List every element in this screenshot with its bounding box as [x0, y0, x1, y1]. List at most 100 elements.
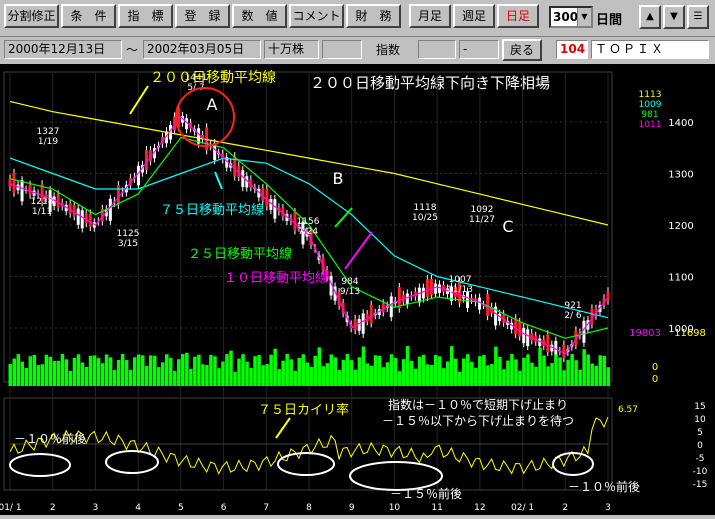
- code-field[interactable]: 104: [556, 40, 588, 59]
- daily-button[interactable]: 日足: [497, 4, 539, 28]
- volume-bar: [510, 354, 514, 386]
- indicator-button[interactable]: 指 標: [118, 4, 173, 28]
- volume-bar: [405, 346, 410, 386]
- candle-body: [522, 328, 526, 344]
- ellipse-low-5: [552, 452, 594, 476]
- volume-bar: [417, 356, 422, 386]
- volume-bar: [397, 371, 402, 386]
- volume-label: 0: [652, 374, 658, 385]
- menu-button[interactable]: ☰: [687, 5, 709, 29]
- register-button[interactable]: 登 録: [175, 4, 230, 28]
- up-arrow-button[interactable]: ▲: [639, 5, 661, 29]
- candle-body: [582, 320, 586, 343]
- comment-button[interactable]: コメント: [289, 4, 344, 28]
- candle-body: [72, 205, 76, 217]
- legend-value: 1011: [639, 120, 662, 130]
- volume-bar: [313, 355, 318, 386]
- volume-bar: [301, 354, 305, 386]
- ma200-annotation: ２００日移動平均線: [150, 70, 276, 86]
- legend-value: 1009: [639, 100, 662, 110]
- candle-body: [361, 313, 365, 334]
- note-1: 指数は－１０％で短期下げ止まり: [388, 397, 568, 412]
- chart-title: ２００日移動平均線下向き下降相場: [310, 74, 550, 92]
- candle-body: [12, 172, 16, 193]
- volume-bar: [249, 367, 253, 386]
- dash-field: -: [459, 40, 499, 59]
- ma10-arrow: [344, 231, 373, 270]
- volume-bar: [80, 362, 85, 386]
- volume-bar: [458, 371, 462, 386]
- volume-bar: [602, 355, 606, 386]
- candle-body: [353, 318, 357, 331]
- candle-body: [397, 287, 401, 309]
- price-tick-label: 1100: [668, 273, 693, 284]
- deviation-arrow: [275, 417, 291, 439]
- condition-button[interactable]: 条 件: [61, 4, 116, 28]
- volume-bar: [309, 366, 314, 386]
- x-tick-label: 11: [431, 503, 442, 513]
- chevron-down-icon[interactable]: ▼: [577, 8, 591, 26]
- volume-bar: [433, 354, 438, 386]
- point-a-label: A: [207, 95, 218, 114]
- back-button[interactable]: 戻る: [502, 39, 542, 61]
- volume-bar: [550, 363, 554, 386]
- x-tick-label: 9: [349, 503, 355, 513]
- split-adjust-button[interactable]: 分割修正: [4, 4, 59, 28]
- around-15: －１５％前後: [390, 486, 462, 501]
- volume-bar: [293, 370, 297, 386]
- volume-bar: [100, 363, 105, 386]
- volume-bar: [570, 354, 574, 386]
- volume-bar: [385, 362, 390, 386]
- candle-body: [116, 185, 120, 205]
- volume-bar: [558, 357, 562, 386]
- volume-bar: [245, 361, 249, 386]
- start-date-field[interactable]: 2000年12月13日: [4, 40, 122, 59]
- x-tick-label: 12: [474, 503, 485, 513]
- price-annotation-date: 1/11: [32, 207, 52, 217]
- volume-bar: [112, 370, 117, 386]
- price-annotation-date: 1/19: [38, 137, 58, 147]
- monthly-button[interactable]: 月足: [409, 4, 451, 28]
- volume-bar: [269, 354, 273, 386]
- deviation-tick-label: 0: [697, 441, 703, 451]
- index-label: 指数: [376, 43, 401, 57]
- volume-bar: [148, 355, 153, 386]
- volume-bar: [124, 360, 129, 386]
- x-tick-label: 5: [178, 503, 184, 513]
- ma25-arrow: [334, 207, 353, 228]
- price-annotation-date: 10/25: [412, 213, 438, 223]
- volume-bar: [441, 368, 446, 386]
- price-annotation-value: 1156: [297, 217, 320, 227]
- period-select[interactable]: 300 ▼: [549, 6, 593, 28]
- volume-bar: [365, 363, 370, 386]
- down-arrow-button[interactable]: ▼: [663, 5, 685, 29]
- info-bar: 2000年12月13日 ～ 2002年03月05日 十万株 指数 - 戻る 10…: [0, 36, 715, 63]
- deviation-label: ７５日カイリ率: [258, 402, 349, 418]
- weekly-button[interactable]: 週足: [453, 4, 495, 28]
- financial-button[interactable]: 財 務: [346, 4, 401, 28]
- price-annotation-value: 921: [564, 301, 581, 311]
- ellipse-low-2: [105, 450, 159, 474]
- volume-bar: [40, 364, 45, 386]
- name-field[interactable]: ＴＯＰＩＸ: [591, 40, 709, 59]
- volume-bar: [44, 354, 49, 386]
- ma25-annotation: ２５日移動平均線: [188, 246, 292, 262]
- volume-bar: [12, 358, 17, 386]
- volume-bar: [225, 354, 229, 386]
- volume-bar: [36, 365, 41, 386]
- end-date-field[interactable]: 2002年03月05日: [143, 40, 261, 59]
- candle-body: [76, 208, 80, 225]
- volume-bar: [466, 354, 470, 386]
- volume-bar: [462, 358, 466, 386]
- volume-bar: [429, 364, 434, 386]
- candle-body: [241, 170, 245, 188]
- x-tick-label: 2: [562, 503, 568, 513]
- note-2: －１５％以下から下げ止まりを待つ: [382, 414, 574, 428]
- volume-bar: [185, 352, 189, 386]
- numeric-button[interactable]: 数 値: [232, 4, 287, 28]
- blank-field-2: [418, 40, 456, 59]
- volume-bar: [169, 357, 173, 386]
- volume-bar: [361, 346, 366, 386]
- price-annotation-date: 11/13: [447, 285, 473, 295]
- volume-bar: [373, 355, 378, 386]
